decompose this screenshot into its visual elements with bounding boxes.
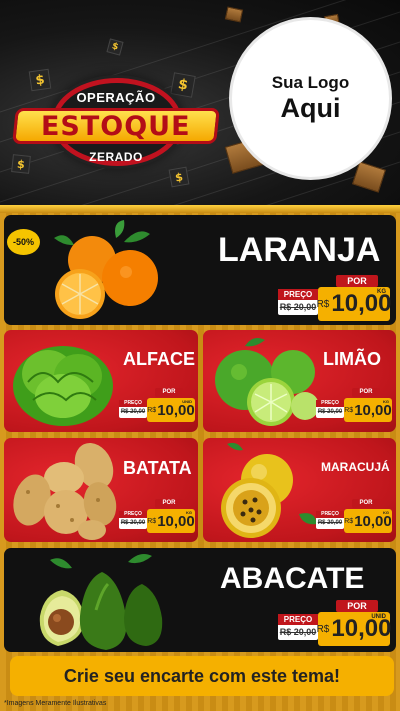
old-price-box: PREÇO R$ 20,00	[278, 614, 318, 640]
dollar-cube-icon: $	[106, 38, 124, 56]
old-price-box: PREÇO R$ 20,00	[316, 400, 344, 418]
offer-label: POR	[155, 499, 183, 508]
product-card-laranja[interactable]: LARANJA POR PREÇO R$ 20,00 R$ 10,00 KG	[4, 215, 396, 325]
logo-line-1: Sua Logo	[271, 73, 350, 92]
offer-label: POR	[336, 600, 378, 612]
price-label: PREÇO	[278, 289, 318, 300]
offer-label: POR	[352, 388, 380, 397]
cardboard-box-icon	[351, 161, 387, 193]
product-name: LIMÃO	[323, 349, 381, 369]
unit: KG	[377, 289, 386, 295]
lime-image	[215, 338, 319, 426]
product-name: LARANJA	[218, 231, 381, 269]
product-card-maracuja[interactable]: MARACUJÁ POR PREÇO R$ 20,00 R$ 10,00 KG	[203, 438, 396, 542]
currency: R$	[344, 406, 354, 414]
logo-placeholder[interactable]: Sua Logo Aqui	[229, 17, 392, 180]
old-price: R$ 20,00	[279, 302, 317, 312]
product-name: BATATA	[123, 458, 192, 478]
old-price: R$ 20,00	[279, 627, 317, 637]
price-tag: POR PREÇO R$ 20,00 R$ 10,00 KG	[276, 275, 392, 323]
offer-label: POR	[352, 499, 380, 508]
price-label: PREÇO	[316, 511, 344, 518]
currency: R$	[344, 517, 354, 525]
new-price-box: R$ 10,00 KG	[344, 509, 392, 533]
unit: KG	[383, 399, 389, 404]
unit: KG	[186, 510, 192, 515]
disclaimer-text: *Imagens Meramente Ilustrativas	[4, 700, 107, 707]
currency: R$	[316, 298, 330, 310]
old-price: R$ 20,00	[120, 409, 146, 415]
unit: UNID	[182, 399, 192, 404]
cardboard-box-icon	[224, 6, 244, 23]
currency: R$	[147, 406, 157, 414]
price-label: PREÇO	[278, 614, 318, 625]
product-name: ABACATE	[220, 562, 365, 595]
orange-image	[54, 220, 158, 319]
create-flyer-button[interactable]: Crie seu encarte com este tema!	[10, 656, 394, 696]
price-label: PREÇO	[316, 400, 344, 407]
new-price-box: R$ 10,00 KG	[344, 398, 392, 422]
product-name: ALFACE	[123, 349, 195, 369]
offer-label: POR	[336, 275, 378, 287]
old-price-box: PREÇO R$ 20,00	[278, 289, 318, 315]
price-tag: POR PREÇO R$ 20,00 R$ 10,00 UNID	[119, 388, 197, 424]
offer-label: POR	[155, 388, 183, 397]
price-label: PREÇO	[119, 511, 147, 518]
price-tag: POR PREÇO R$ 20,00 R$ 10,00 KG	[119, 499, 197, 535]
operacao-estoque-zerado-badge: OPERAÇÃO ESTOQUE ZERADO	[12, 72, 220, 172]
new-price-box: R$ 10,00 UNID	[147, 398, 195, 422]
old-price-box: PREÇO R$ 20,00	[119, 400, 147, 418]
avocado-image	[39, 554, 163, 650]
product-card-limao[interactable]: LIMÃO POR PREÇO R$ 20,00 R$ 10,00 KG	[203, 330, 396, 432]
old-price: R$ 20,00	[120, 520, 146, 526]
potato-image	[13, 442, 117, 540]
new-price: 10,00	[354, 401, 392, 419]
new-price: 10,00	[157, 401, 195, 419]
price-tag: POR PREÇO R$ 20,00 R$ 10,00 KG	[316, 388, 394, 424]
old-price-box: PREÇO R$ 20,00	[316, 511, 344, 529]
badge-top-text: OPERAÇÃO	[76, 90, 156, 105]
price-tag: POR PREÇO R$ 20,00 R$ 10,00 UNID	[276, 600, 392, 648]
currency: R$	[147, 517, 157, 525]
price-tag: POR PREÇO R$ 20,00 R$ 10,00 KG	[316, 499, 394, 535]
old-price-box: PREÇO R$ 20,00	[119, 511, 147, 529]
old-price: R$ 20,00	[317, 520, 343, 526]
new-price-box: R$ 10,00 UNID	[316, 612, 391, 646]
product-card-alface[interactable]: ALFACE POR PREÇO R$ 20,00 R$ 10,00 UNID	[4, 330, 198, 432]
unit: KG	[383, 510, 389, 515]
product-card-abacate[interactable]: ABACATE POR PREÇO R$ 20,00 R$ 10,00 UNID	[4, 548, 396, 652]
discount-badge: -50%	[7, 229, 40, 255]
passion-fruit-image	[221, 442, 317, 538]
product-name: MARACUJÁ	[321, 460, 390, 474]
price-label: PREÇO	[119, 400, 147, 407]
badge-bottom-text: ZERADO	[89, 150, 143, 164]
new-price-box: R$ 10,00 KG	[316, 287, 391, 321]
new-price: 10,00	[157, 512, 195, 530]
lettuce-image	[13, 346, 113, 426]
logo-line-2: Aqui	[280, 93, 341, 123]
unit: UNID	[371, 614, 386, 620]
badge-main-text: ESTOQUE	[41, 110, 191, 142]
header-banner: $ $ $ $ $ OPERAÇÃO ESTOQUE ZERADO Sua Lo…	[0, 0, 400, 205]
product-card-batata[interactable]: BATATA POR PREÇO R$ 20,00 R$ 10,00 KG	[4, 438, 198, 542]
new-price: 10,00	[354, 512, 392, 530]
old-price: R$ 20,00	[317, 409, 343, 415]
new-price-box: R$ 10,00 KG	[147, 509, 195, 533]
currency: R$	[316, 623, 330, 635]
